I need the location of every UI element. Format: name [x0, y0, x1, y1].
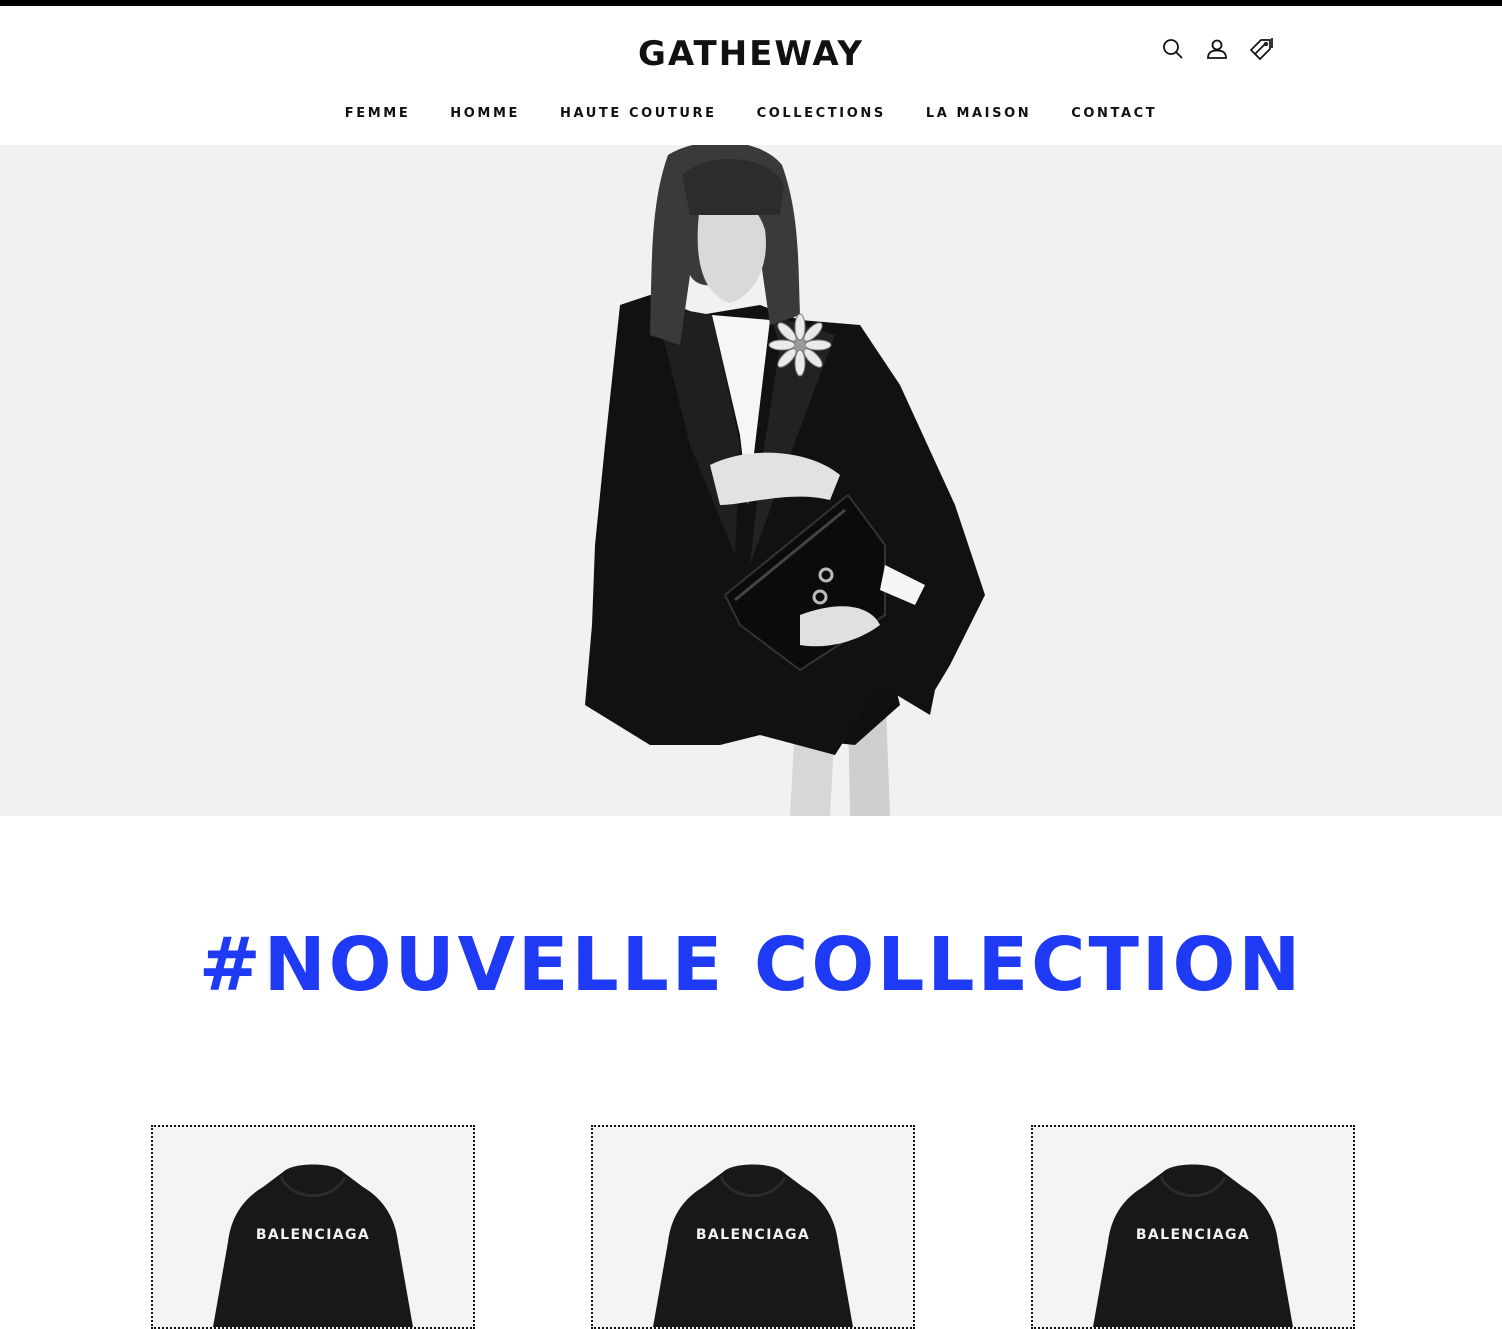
nav-item-homme[interactable]: HOMME	[450, 106, 520, 121]
product-card[interactable]: BALENCIAGA	[591, 1125, 915, 1329]
hero-image	[0, 145, 1502, 816]
site-header: GATHEWAY FEMME HOMME HAUTE COUTURE COLLE…	[0, 6, 1502, 145]
hoodie-print: BALENCIAGA	[1135, 1227, 1251, 1243]
hoodie-print: BALENCIAGA	[695, 1227, 811, 1243]
nav-item-collections[interactable]: COLLECTIONS	[757, 106, 886, 121]
main-nav: FEMME HOMME HAUTE COUTURE COLLECTIONS LA…	[0, 106, 1502, 121]
section-title: #NOUVELLE COLLECTION	[198, 922, 1304, 1008]
product-grid: BALENCIAGA BALENCIAGA BALENCIAGA	[0, 1125, 1502, 1329]
header-icons	[1160, 36, 1274, 62]
hero-model-illustration	[585, 145, 985, 816]
tag-icon[interactable]	[1248, 36, 1274, 62]
product-card[interactable]: BALENCIAGA	[1031, 1125, 1355, 1329]
hoodie-print: BALENCIAGA	[255, 1227, 371, 1243]
nav-item-haute-couture[interactable]: HAUTE COUTURE	[560, 106, 717, 121]
product-card[interactable]: BALENCIAGA	[151, 1125, 475, 1329]
brand-logo[interactable]: GATHEWAY	[0, 34, 1502, 74]
search-icon[interactable]	[1160, 36, 1186, 62]
nav-item-femme[interactable]: FEMME	[345, 106, 411, 121]
user-icon[interactable]	[1204, 36, 1230, 62]
nav-item-contact[interactable]: CONTACT	[1071, 106, 1157, 121]
nav-item-la-maison[interactable]: LA MAISON	[926, 106, 1031, 121]
